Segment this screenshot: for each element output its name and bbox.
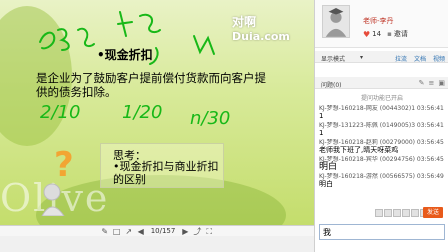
chat-message: KJ-梦想-160218-赵莉 (00279000) 03:56:45 老师我下… [319,139,445,155]
mode-link-document[interactable]: 文档 [414,54,426,63]
brand-logo-en: Duia.com [232,30,290,43]
fullscreen-icon[interactable]: ⛶ [203,226,215,237]
next-page-icon[interactable]: ▶ [179,226,191,237]
qa-notice: 提问功能已开启 [360,95,403,102]
invite-icon: ▪ [387,30,392,38]
chat-message-header: KJ-梦想-160218-宾华 (00294756) 03:56:45 [319,156,444,163]
share-icon[interactable]: ⤴ [191,226,203,237]
emoji-toolbar [375,209,428,217]
chat-message-header: KJ-梦想-160218-赵莉 (00279000) 03:56:45 [319,139,444,146]
chat-list: KJ-梦想-160218-网友 (0044302)1 03:56:41 1 KJ… [319,105,445,190]
chat-input[interactable] [319,224,445,240]
thinking-figure-icon: ? [41,146,74,216]
lock-icon[interactable]: ▣ [438,79,445,87]
chat-message: KJ-梦想-160218-宾华 (00294756) 03:56:45 明白 [319,156,445,172]
page-number: 10/157 [150,227,176,235]
emoji-icon[interactable] [402,209,410,217]
pen-tool-icon[interactable]: ✎ [99,226,111,237]
filter-icon[interactable]: ≡ [429,79,435,87]
emoji-icon[interactable] [384,209,392,217]
mode-links: 拉流 文档 视频 [395,54,445,63]
slide-toolbar: ✎ □ ↗ ◀ 10/157 ▶ ⤴ ⛶ [0,225,314,236]
chat-message-header: KJ-梦想-160218-游然 (00566575) 03:56:49 [319,173,444,180]
think-box: 思考： •现金折扣与商业折扣的区别 [100,143,224,188]
like-count: 14 [372,30,382,38]
side-panel: 老师-李丹 ♥ 14 ▪ 邀请 显示模式 ▾ 拉流 文档 视频 问题(0) ✎ … [314,0,448,252]
slide-description: 是企业为了鼓励客户提前偿付货款而向客户提供的债务扣除。 [36,71,266,99]
display-mode-label: 显示模式 [321,56,346,63]
arrow-tool-icon[interactable]: ↗ [123,226,135,237]
rect-tool-icon[interactable]: □ [111,226,123,237]
qa-icons: ✎ ≡ ▣ [419,79,445,87]
chat-message-body: 明白 [319,180,333,188]
chat-message: KJ-梦想-131223-陈佩 (0149005)3 03:56:41 1 [319,122,445,138]
emoji-icon[interactable] [411,209,419,217]
think-body: •现金折扣与商业折扣的区别 [113,160,219,186]
chat-message-body: 老师我下班了,晴天呀菜鸡 [319,146,399,154]
svg-text:?: ? [54,146,74,185]
brand-logo-cn: 对啊 [232,15,257,29]
teacher-profile: 老师-李丹 ♥ 14 ▪ 邀请 [315,0,448,48]
display-mode-bar: 显示模式 ▾ 拉流 文档 视频 [315,51,448,63]
qa-bar: 问题(0) ✎ ≡ ▣ [315,77,448,89]
brand-logo: 对啊Duia.com [232,13,314,43]
slide-title: •现金折扣 [97,48,153,62]
invite-button[interactable]: 邀请 [394,29,408,39]
footer-strip [0,236,314,252]
chat-message-body: 1 [319,112,324,120]
teacher-name: 老师-李丹 [363,17,394,25]
prev-page-icon[interactable]: ◀ [135,226,147,237]
chat-message: KJ-梦想-160218-游然 (00566575) 03:56:49 明白 [319,173,445,189]
emoji-icon[interactable] [375,209,383,217]
avatar [322,5,350,38]
chat-message-body: 明白 [319,162,338,172]
emoji-icon[interactable] [393,209,401,217]
chevron-down-icon[interactable]: ▾ [360,54,363,61]
mode-link-video[interactable]: 视频 [433,54,445,63]
likes-row: ♥ 14 ▪ 邀请 [363,29,408,39]
chat-message-header: KJ-梦想-160218-网友 (0044302)1 03:56:41 [319,105,444,112]
chat-message-header: KJ-梦想-131223-陈佩 (0149005)3 03:56:41 [319,122,444,129]
qa-label[interactable]: 问题(0) [321,80,342,89]
slide-area: Olive 对啊Duia.com •现金折扣 是企业为了鼓励客户提前偿付货款而向… [0,0,314,252]
send-button[interactable]: 发送 [423,207,443,218]
heart-icon[interactable]: ♥ [363,30,370,39]
send-row: 发送 [315,206,448,220]
chat-message: KJ-梦想-160218-网友 (0044302)1 03:56:41 1 [319,105,445,121]
mode-link-stream[interactable]: 拉流 [395,54,407,63]
edit-icon[interactable]: ✎ [419,79,425,87]
chat-message-body: 1 [319,129,324,137]
